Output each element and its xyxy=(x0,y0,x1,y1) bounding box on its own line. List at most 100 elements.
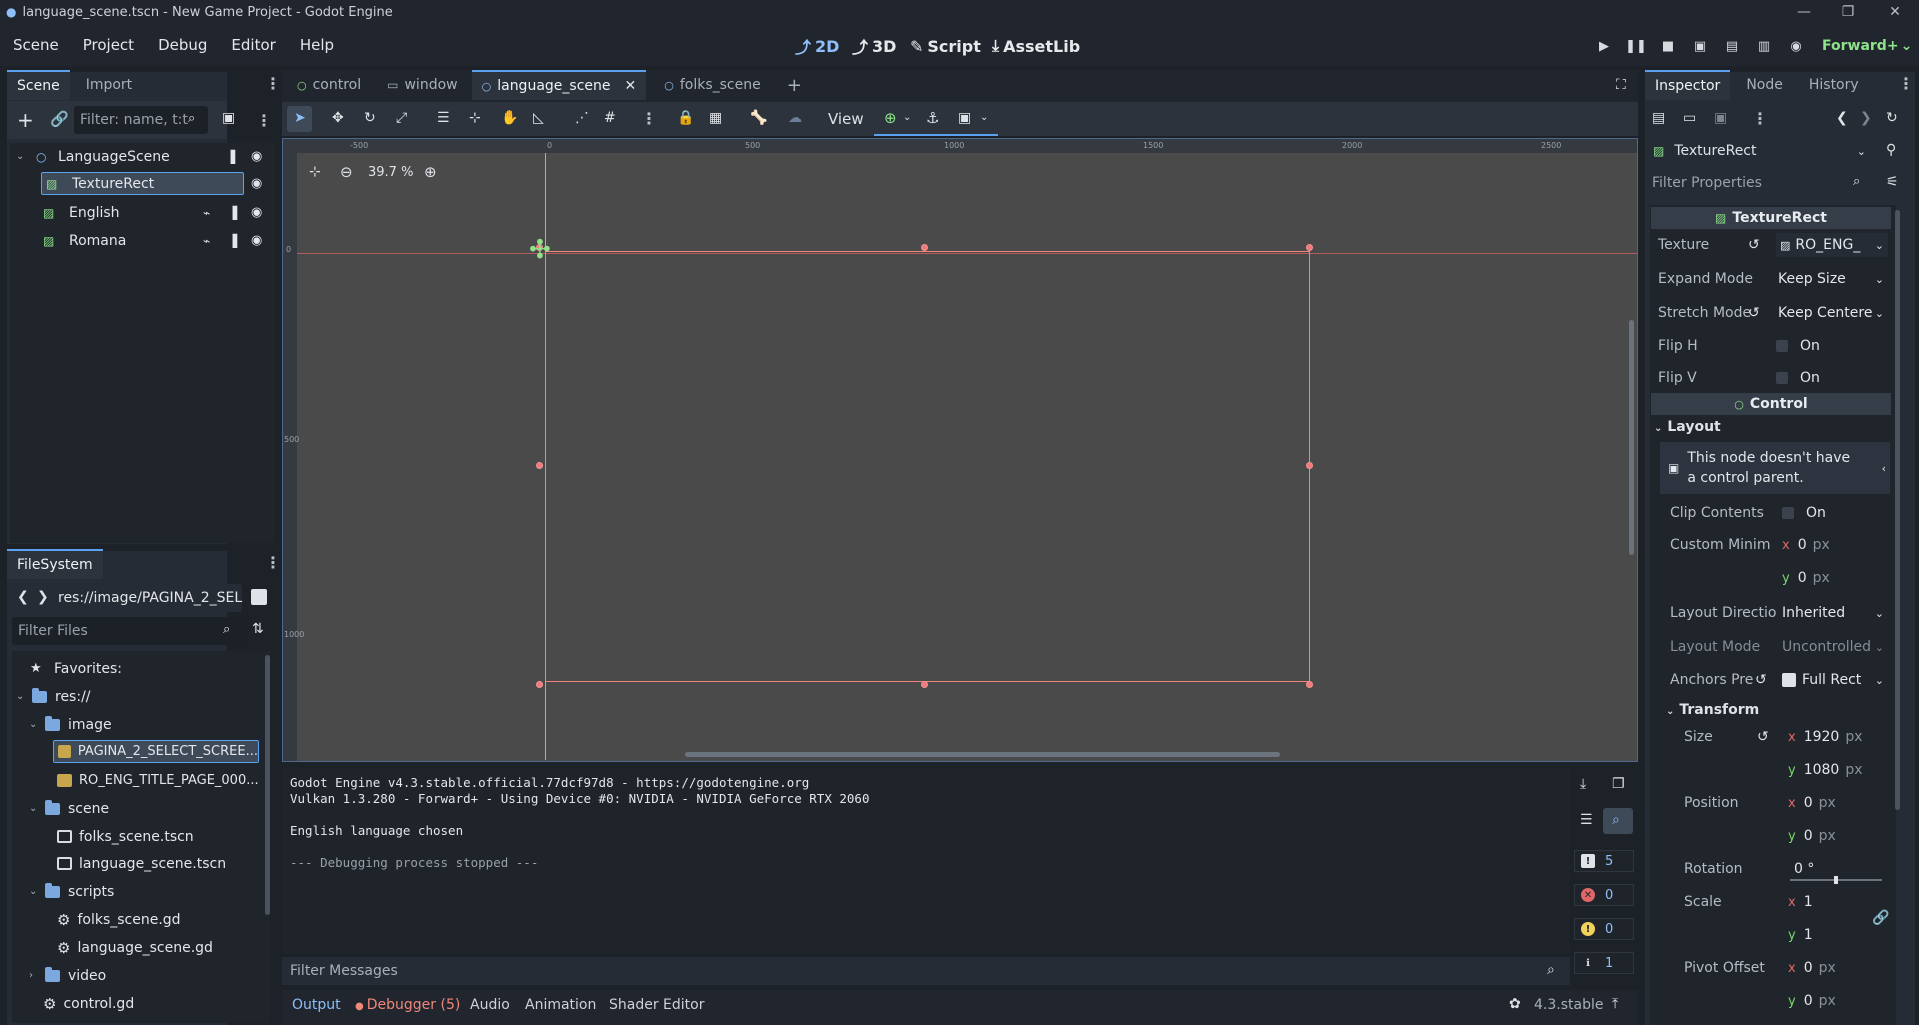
menu-help[interactable]: Help xyxy=(287,36,345,54)
rotate-icon[interactable]: ↻ xyxy=(364,110,376,126)
transform-group[interactable]: ⌄ Transform xyxy=(1666,702,1759,718)
override-camera-icon[interactable]: ☁ xyxy=(788,110,802,126)
info-counter[interactable]: ℹ1 xyxy=(1574,952,1634,974)
attach-script-icon[interactable]: ▣ xyxy=(222,110,235,126)
2d-screen-button[interactable]: ⤴ 2D xyxy=(795,32,839,60)
file-row-pagina[interactable]: PAGINA_2_SELECT_SCREE... xyxy=(53,740,259,763)
snap-options-icon[interactable]: ⋮ xyxy=(641,109,657,128)
visibility-eye-icon[interactable]: ◉ xyxy=(251,205,262,220)
play-scene-icon[interactable]: ▤ xyxy=(1723,37,1741,55)
sort-icon[interactable]: ⇅ xyxy=(252,621,264,637)
errors-counter[interactable]: ✕ 0 xyxy=(1574,884,1634,906)
minimize-button[interactable]: — xyxy=(1784,0,1824,24)
chevron-left-icon[interactable]: ‹ xyxy=(1882,462,1886,475)
inspector-options-icon[interactable]: ⚟ xyxy=(1886,174,1899,190)
play-icon[interactable]: ▶ xyxy=(1595,37,1613,55)
custom-min-x-field[interactable]: x 0 px xyxy=(1782,533,1830,557)
pivot-icon[interactable]: ⊹ xyxy=(469,110,481,126)
filesystem-menu-icon[interactable]: ⋮ xyxy=(265,553,281,572)
group-icon[interactable]: ▦ xyxy=(709,110,722,126)
visibility-eye-icon[interactable]: ◉ xyxy=(251,176,262,191)
pause-icon[interactable]: ❚❚ xyxy=(1625,37,1647,55)
path-field[interactable]: res://image/PAGINA_2_SEL xyxy=(52,584,242,612)
new-resource-icon[interactable]: ▤ xyxy=(1652,110,1665,126)
add-tab-icon[interactable]: + xyxy=(777,70,812,100)
list-select-icon[interactable]: ☰ xyxy=(437,110,450,126)
file-row-ro-eng[interactable]: RO_ENG_TITLE_PAGE_000... xyxy=(57,769,262,792)
tree-row-english[interactable]: ▨ English ⌁ ▐ ◉ xyxy=(43,201,273,224)
tree-row-romana[interactable]: ▨ Romana ⌁ ▐ ◉ xyxy=(43,229,273,252)
viewport-hscrollbar[interactable] xyxy=(685,752,1280,757)
inspector-scrollbar[interactable] xyxy=(1895,210,1900,810)
save-resource-icon[interactable]: ▣ xyxy=(1714,110,1727,126)
tab-shader-editor[interactable]: Shader Editor xyxy=(609,997,704,1013)
pan-icon[interactable]: ✋ xyxy=(501,110,518,126)
tab-history[interactable]: History xyxy=(1793,70,1869,100)
size-x-field[interactable]: x 1920 px xyxy=(1788,725,1863,749)
tab-folks-scene[interactable]: ○ folks_scene xyxy=(654,70,771,100)
zoom-in-icon[interactable]: ⊕ xyxy=(424,163,437,181)
object-selector[interactable]: ▨ TextureRect ⌄ xyxy=(1649,137,1874,165)
file-tree-scrollbar[interactable] xyxy=(265,655,270,915)
close-tab-icon[interactable]: ✕ xyxy=(625,78,637,94)
clear-output-icon[interactable]: ⤓ xyxy=(1580,776,1586,792)
resource-menu-icon[interactable]: ⋮ xyxy=(1752,109,1768,128)
tab-filesystem[interactable]: FileSystem xyxy=(7,549,103,579)
anchors-preset-select[interactable]: Full Rect ⌄ xyxy=(1782,668,1888,692)
revert-icon[interactable]: ↺ xyxy=(1748,305,1760,321)
tree-row-texturerect[interactable]: ▨ TextureRect xyxy=(41,172,244,195)
anchor-icon[interactable]: ⚓ xyxy=(926,109,939,127)
custom-min-y-field[interactable]: y 0 px xyxy=(1782,566,1830,590)
signal-icon[interactable]: ⌁ xyxy=(203,206,210,220)
add-node-icon[interactable]: + xyxy=(17,108,34,132)
view-menu-button[interactable]: View xyxy=(828,110,864,128)
folder-row-res[interactable]: ⌄ res:// xyxy=(16,685,256,708)
file-row-folks-scene[interactable]: folks_scene.tscn xyxy=(57,825,262,848)
file-row-language-gd[interactable]: ⚙ language_scene.gd xyxy=(57,936,262,959)
open-resource-icon[interactable]: ▭ xyxy=(1683,110,1696,126)
messages-counter[interactable]: ! 5 xyxy=(1574,850,1634,872)
tab-inspector[interactable]: Inspector xyxy=(1645,70,1731,100)
smart-snap-icon[interactable]: ⋰ xyxy=(575,110,589,126)
tab-animation[interactable]: Animation xyxy=(525,997,596,1013)
expand-panel-icon[interactable]: ⤒ xyxy=(1612,996,1618,1012)
forward-arrow-icon[interactable]: ❯ xyxy=(37,589,49,605)
script-screen-button[interactable]: ✎ Script xyxy=(910,32,981,60)
scale-x-field[interactable]: x1 xyxy=(1788,890,1813,914)
zoom-out-icon[interactable]: ⊖ xyxy=(340,163,353,181)
stop-icon[interactable]: ■ xyxy=(1659,37,1677,55)
visibility-eye-icon[interactable]: ◉ xyxy=(251,233,262,248)
property-filter-input[interactable]: Filter Properties xyxy=(1646,169,1871,197)
version-label[interactable]: 4.3.stable xyxy=(1534,997,1603,1013)
node-docs-icon[interactable]: ⚲ xyxy=(1886,142,1896,158)
remote-debug-icon[interactable]: ▣ xyxy=(1691,37,1709,55)
resize-handle[interactable] xyxy=(536,462,543,469)
file-row-folks-gd[interactable]: ⚙ folks_scene.gd xyxy=(57,908,262,931)
anchor-handle-icon[interactable]: ✣ xyxy=(529,235,551,265)
folder-row-scripts[interactable]: ⌄ scripts xyxy=(29,880,259,903)
scene-tree-menu-icon[interactable]: ⋮ xyxy=(256,111,272,130)
tab-output[interactable]: Output xyxy=(292,997,341,1013)
filter-lines-icon[interactable]: ☰ xyxy=(1580,812,1593,828)
grid-snap-icon[interactable]: # xyxy=(604,110,616,126)
revert-icon[interactable]: ↺ xyxy=(1755,672,1767,688)
folder-row-video[interactable]: › video xyxy=(29,964,259,987)
visibility-eye-icon[interactable]: ◉ xyxy=(251,149,262,164)
flip-v-checkbox[interactable]: On xyxy=(1776,366,1820,390)
pivot-y-field[interactable]: y 0 px xyxy=(1788,989,1836,1013)
tab-debugger[interactable]: ● Debugger (5) xyxy=(355,997,460,1013)
tab-import[interactable]: Import xyxy=(70,70,142,100)
viewport-vscrollbar[interactable] xyxy=(1629,320,1634,555)
inspector-menu-icon[interactable]: ⋮ xyxy=(1898,74,1914,93)
position-x-field[interactable]: x 0 px xyxy=(1788,791,1836,815)
3d-screen-button[interactable]: ⤴ 3D xyxy=(852,32,896,60)
rotation-slider[interactable]: 0 ° xyxy=(1794,857,1886,881)
link-icon[interactable]: 🔗 xyxy=(1872,910,1889,926)
folder-row-scene[interactable]: ⌄ scene xyxy=(29,797,259,820)
flip-h-checkbox[interactable]: On xyxy=(1776,334,1820,358)
stretch-mode-select[interactable]: Keep Centere ⌄ xyxy=(1776,301,1888,325)
movie-maker-icon[interactable]: ◉ xyxy=(1787,37,1805,55)
favorites-row[interactable]: ★ Favorites: xyxy=(30,657,250,680)
resize-handle[interactable] xyxy=(1306,244,1313,251)
resize-handle[interactable] xyxy=(1306,681,1313,688)
